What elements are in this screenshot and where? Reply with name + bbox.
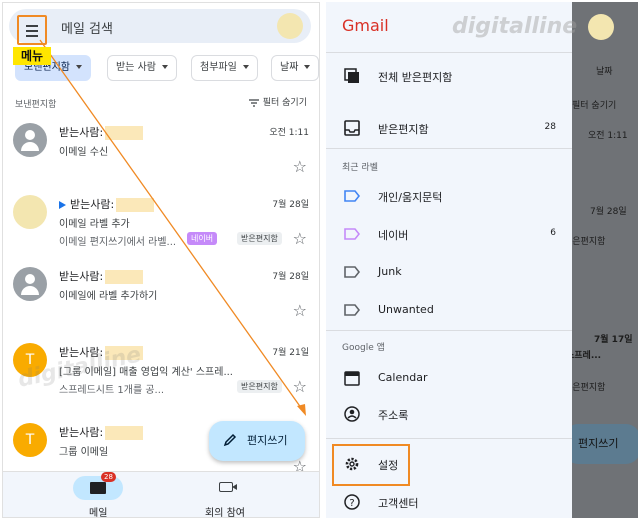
drawer-item-label: 개인/움지문턱: [378, 191, 443, 204]
divider: [326, 438, 572, 439]
label-icon: [344, 228, 360, 240]
drawer-item-label: Junk: [378, 265, 402, 278]
drawer-item-contacts[interactable]: 주소록: [326, 398, 572, 430]
drawer-item-label: 전체 받은편지함: [378, 71, 453, 84]
contacts-icon: [344, 406, 360, 422]
drawer-item-label-personal[interactable]: 개인/움지문턱: [326, 180, 572, 212]
bg-date: 7월 28일: [590, 207, 627, 217]
navigation-drawer-screen: 날짜 필터 숨기기 오전 1:11 7월 28일 받은편지함 받은편지함 7월 …: [326, 2, 638, 518]
drawer-item-all-inboxes[interactable]: 전체 받은편지함: [326, 60, 572, 92]
help-icon: ?: [344, 494, 360, 510]
bg-time: 오전 1:11: [588, 131, 628, 141]
calendar-icon: [344, 371, 360, 386]
account-avatar: [588, 14, 614, 40]
bg-date: 7월 17일: [594, 335, 633, 345]
label-icon: [344, 190, 360, 202]
drawer-item-label-naver[interactable]: 네이버 6: [326, 218, 572, 250]
bg-compose: 편지쓰기: [564, 424, 638, 464]
svg-text:?: ?: [349, 498, 354, 509]
divider: [326, 330, 572, 331]
settings-highlight: [332, 444, 410, 486]
dimmed-background-content: 날짜 필터 숨기기 오전 1:11 7월 28일 받은편지함 받은편지함 7월 …: [564, 2, 638, 518]
label-icon: [344, 304, 360, 316]
drawer: Gmail 전체 받은편지함 받은편지함 28 최근 라벨 개인/움지문턱 네이…: [326, 2, 572, 518]
inbox-icon: [344, 120, 360, 136]
label-icon: [344, 266, 360, 278]
section-recent-labels: 최근 라벨: [342, 163, 378, 173]
bg-filter: 필터 숨기기: [572, 101, 617, 111]
drawer-item-label: 받은편지함: [378, 123, 429, 136]
divider: [326, 52, 572, 53]
drawer-item-count: 6: [550, 228, 556, 238]
drawer-item-count: 28: [544, 122, 556, 132]
drawer-item-inbox[interactable]: 받은편지함 28: [326, 112, 572, 144]
section-google-apps: Google 앱: [342, 343, 385, 353]
all-inbox-icon: [344, 68, 359, 83]
drawer-item-label: Unwanted: [378, 303, 434, 316]
drawer-item-label: 네이버: [378, 229, 409, 242]
drawer-item-label: 주소록: [378, 409, 409, 422]
drawer-item-label: Calendar: [378, 371, 428, 384]
drawer-item-calendar[interactable]: Calendar: [326, 362, 572, 394]
watermark: digitalline: [452, 14, 578, 39]
bg-chip-date: 날짜: [596, 67, 613, 77]
drawer-item-label-unwanted[interactable]: Unwanted: [326, 294, 572, 326]
drawer-item-label: 고객센터: [378, 497, 419, 510]
divider: [326, 148, 572, 149]
menu-callout-label: 메뉴: [13, 47, 51, 65]
drawer-item-label-junk[interactable]: Junk: [326, 256, 572, 288]
drawer-item-help[interactable]: ? 고객센터: [326, 486, 572, 518]
gmail-logo: Gmail: [342, 16, 389, 35]
